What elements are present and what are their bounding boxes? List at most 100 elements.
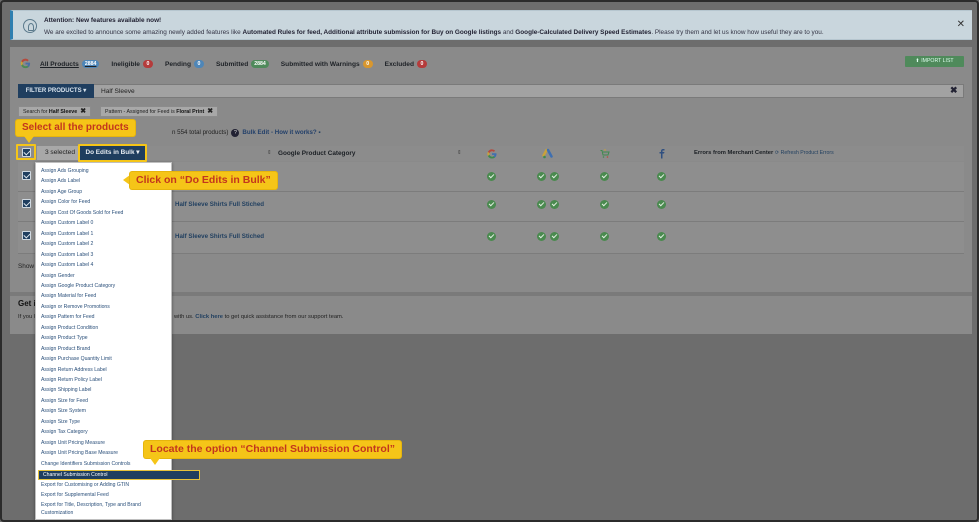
status-ok-icon	[550, 232, 559, 241]
menu-item[interactable]: Assign Material for Feed	[41, 293, 96, 299]
callout-arrow	[24, 136, 34, 143]
status-ok-icon	[600, 200, 609, 209]
status-ok-icon	[657, 232, 666, 241]
menu-item[interactable]: Assign Google Product Category	[41, 283, 115, 289]
selected-count: 3 selected	[37, 146, 79, 160]
menu-item[interactable]: Assign or Remove Promotions	[41, 304, 110, 310]
screen-frame: Attention: New features available now! W…	[0, 0, 979, 522]
tab-count-badge: 0	[417, 60, 427, 68]
tab-ineligible[interactable]: Ineligible 0	[111, 60, 153, 68]
status-ok-icon	[600, 172, 609, 181]
status-ok-icon	[550, 172, 559, 181]
menu-item[interactable]: Assign Custom Label 0	[41, 220, 93, 226]
selection-info: n 554 total products)? Bulk Edit - How it…	[172, 129, 321, 137]
menu-item[interactable]: Change Identifiers Submission Controls	[41, 461, 130, 467]
google-ads-icon	[542, 148, 553, 159]
callout-select-all: Select all the products	[16, 120, 135, 136]
remove-chip-icon[interactable]: ✖	[80, 108, 86, 115]
product-title-link[interactable]: Half Sleeve Shirts Full Stiched	[175, 201, 264, 208]
menu-item[interactable]: Assign Return Address Label	[41, 367, 107, 373]
tab-submitted[interactable]: Submitted 2884	[216, 60, 269, 68]
tab-count-badge: 2884	[81, 60, 100, 68]
menu-item[interactable]: Export for Title, Description, Type and …	[41, 502, 141, 508]
shopping-cart-icon	[600, 149, 610, 158]
remove-chip-icon[interactable]: ✖	[207, 108, 213, 115]
tab-all-products[interactable]: All Products 2884	[40, 60, 100, 68]
menu-item[interactable]: Assign Return Policy Label	[41, 377, 102, 383]
column-google-product-category[interactable]: Google Product Category	[278, 150, 355, 157]
row-checkbox[interactable]	[22, 231, 31, 240]
menu-item[interactable]: Assign Shipping Label	[41, 387, 91, 393]
status-tabs: All Products 2884 Ineligible 0 Pending 0 Su…	[40, 58, 439, 70]
tab-count-badge: 0	[142, 60, 153, 68]
help-text-left: If you l	[18, 314, 36, 320]
tab-excluded[interactable]: Excluded 0	[385, 60, 427, 68]
bulk-edit-help-link[interactable]: Bulk Edit - How it works?	[242, 129, 316, 136]
product-title-link[interactable]: Half Sleeve Shirts Full Stiched	[175, 233, 264, 240]
menu-item[interactable]: Assign Product Brand	[41, 346, 90, 352]
tab-count-badge: 0	[362, 60, 373, 68]
menu-item[interactable]: Assign Color for Feed	[41, 199, 90, 205]
menu-item[interactable]: Assign Size Type	[41, 419, 80, 425]
filter-products-button[interactable]: FILTER PRODUCTS ▾	[18, 84, 94, 98]
status-ok-icon	[487, 172, 496, 181]
tab-count-badge: 2884	[251, 60, 269, 68]
google-logo-icon	[20, 58, 31, 69]
tab-submitted-with-warnings[interactable]: Submitted with Warnings 0	[281, 60, 373, 68]
menu-item[interactable]: Assign Cost Of Goods Sold for Feed	[41, 210, 123, 216]
status-ok-icon	[487, 232, 496, 241]
menu-item[interactable]: Assign Unit Pricing Measure	[41, 440, 105, 446]
callout-arrow	[123, 175, 130, 185]
sort-icon[interactable]: ⇕	[457, 150, 462, 156]
refresh-product-errors-link[interactable]: ⟳ Refresh Product Errors	[775, 150, 834, 156]
menu-item[interactable]: Assign Custom Label 2	[41, 241, 93, 247]
row-checkbox[interactable]	[22, 171, 31, 180]
menu-item[interactable]: Export for Supplemental Feed	[41, 492, 109, 498]
menu-item-channel-submission-control[interactable]: Channel Submission Control	[38, 470, 200, 481]
menu-item[interactable]: Assign Purchase Quantity Limit	[41, 356, 112, 362]
close-icon[interactable]: ✕	[957, 19, 965, 30]
menu-item[interactable]: Assign Custom Label 1	[41, 231, 93, 237]
menu-item[interactable]: Assign Gender	[41, 273, 75, 279]
sort-icon[interactable]: ⇕	[267, 150, 272, 156]
menu-item[interactable]: Assign Tax Category	[41, 429, 88, 435]
status-ok-icon	[487, 200, 496, 209]
status-ok-icon	[550, 200, 559, 209]
announcement-banner: Attention: New features available now! W…	[10, 10, 972, 40]
bulk-edit-dropdown-menu: Assign Ads Grouping Assign Ads Label Assig…	[35, 162, 200, 520]
row-checkbox[interactable]	[22, 199, 31, 208]
menu-item[interactable]: Assign Product Condition	[41, 325, 98, 331]
announcement-title: Attention: New features available now!	[44, 17, 162, 24]
menu-item[interactable]: Assign Ads Grouping	[41, 168, 89, 174]
menu-item[interactable]: Assign Age Group	[41, 189, 82, 195]
menu-item[interactable]: Assign Size System	[41, 408, 86, 414]
highlight-bulk-button	[78, 144, 147, 162]
callout-arrow	[150, 458, 160, 465]
menu-item[interactable]: Assign Unit Pricing Base Measure	[41, 450, 118, 456]
clear-filter-icon[interactable]: ✖	[950, 85, 958, 96]
menu-item[interactable]: Assign Size for Feed	[41, 398, 88, 404]
status-ok-icon	[537, 200, 546, 209]
import-list-button[interactable]: ⬆ IMPORT LIST	[905, 56, 964, 67]
pagination-show-label: Show	[18, 263, 34, 270]
menu-item[interactable]: Assign Ads Label	[41, 178, 80, 184]
menu-item[interactable]: Assign Custom Label 3	[41, 252, 93, 258]
menu-item[interactable]: Assign Custom Label 4	[41, 262, 93, 268]
click-here-link[interactable]: Click here	[195, 314, 223, 320]
filter-search-value[interactable]: Half Sleeve	[101, 88, 135, 95]
announcement-text: We are excited to announce some amazing …	[44, 29, 824, 36]
filter-bar	[18, 84, 964, 98]
help-text: with us. Click here to get quick assista…	[174, 314, 344, 320]
column-errors-merchant-center: Errors from Merchant Center ⟳ Refresh Pr…	[694, 150, 834, 156]
google-channel-icon	[487, 149, 497, 159]
menu-item[interactable]: Export for Customising or Adding GTIN	[41, 482, 129, 488]
menu-item[interactable]: Assign Product Type	[41, 335, 88, 341]
tab-pending[interactable]: Pending 0	[165, 60, 204, 68]
status-ok-icon	[657, 200, 666, 209]
help-title: Get i	[18, 299, 36, 308]
status-ok-icon	[657, 172, 666, 181]
filter-chip-search: Search for Half Sleeve ✖	[18, 106, 92, 117]
help-icon[interactable]: ?	[231, 129, 240, 137]
document-icon: ▪	[316, 129, 321, 136]
menu-item[interactable]: Assign Pattern for Feed	[41, 314, 95, 320]
